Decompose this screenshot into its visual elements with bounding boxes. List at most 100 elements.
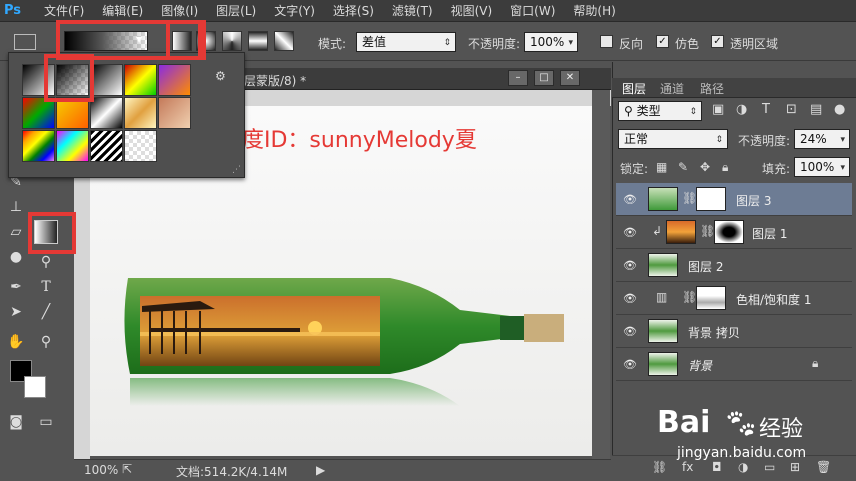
vertical-scrollbar[interactable] [592, 90, 610, 460]
link-icon[interactable]: ⛓︎ [700, 224, 715, 238]
link-icon[interactable]: ⛓︎ [682, 191, 697, 205]
gear-icon[interactable]: ⚙ [215, 69, 226, 83]
menu-window[interactable]: 窗口(W) [510, 2, 555, 19]
hand-tool-icon[interactable]: ✋ [4, 330, 28, 354]
opacity-input[interactable]: 100% ▾ [524, 32, 578, 52]
background-color[interactable] [24, 376, 46, 398]
mode-value: 差值 [362, 35, 387, 49]
layer-mask-thumbnail[interactable] [714, 220, 744, 244]
filter-toggle-icon[interactable]: ● [834, 102, 845, 117]
play-arrow-icon[interactable]: ▶ [316, 463, 325, 477]
overlay-watermark-text: 百度ID：sunnyMelody夏 [220, 128, 477, 153]
blend-mode-select[interactable]: 正常 ⇕ [618, 129, 728, 149]
reverse-checkbox[interactable] [600, 35, 613, 48]
visibility-eye-icon[interactable]: 👁︎ [623, 226, 637, 239]
angle-gradient-button[interactable] [222, 31, 242, 51]
layer-mask-thumbnail[interactable] [696, 286, 726, 310]
fill-value: 100% [800, 160, 835, 174]
path-select-tool-icon[interactable]: ➤ [4, 300, 28, 324]
gradient-swatch[interactable] [90, 64, 123, 96]
filter-adjustment-icon[interactable]: ◑ [736, 102, 747, 117]
reflected-gradient-button[interactable] [248, 31, 268, 51]
menu-help[interactable]: 帮助(H) [573, 2, 615, 19]
menu-filter[interactable]: 滤镜(T) [392, 2, 433, 19]
eraser-tool-icon[interactable]: ▱ [4, 220, 28, 244]
main-menu: 文件(F) 编辑(E) 图像(I) 图层(L) 文字(Y) 选择(S) 滤镜(T… [44, 2, 634, 19]
menu-type[interactable]: 文字(Y) [274, 2, 315, 19]
visibility-eye-icon[interactable]: 👁︎ [623, 259, 637, 272]
filter-pixel-icon[interactable]: ▣ [712, 102, 724, 117]
resize-grip-icon[interactable]: ⋰ [232, 165, 241, 175]
gradient-swatch[interactable] [124, 97, 157, 129]
filter-type-icon[interactable]: T [762, 102, 770, 117]
layer-row[interactable]: 👁︎ 背景 🔒︎ [616, 348, 852, 381]
tab-layers[interactable]: 图层 [622, 80, 646, 97]
opacity-value: 100% [530, 35, 565, 49]
filter-shape-icon[interactable]: ⊡ [786, 102, 797, 117]
transparency-checkbox[interactable]: ✓ [711, 35, 724, 48]
close-button[interactable]: ✕ [560, 70, 580, 86]
layer-name[interactable]: 背景 [688, 357, 712, 374]
link-icon[interactable]: ⛓︎ [682, 290, 697, 304]
layer-name[interactable]: 色相/饱和度 1 [736, 291, 812, 308]
blend-mode-value: 正常 [624, 132, 649, 146]
layer-name[interactable]: 图层 1 [752, 225, 787, 242]
menu-layer[interactable]: 图层(L) [216, 2, 256, 19]
layer-name[interactable]: 图层 3 [736, 192, 771, 209]
lock-all-icon[interactable]: 🔒︎ [722, 160, 728, 175]
menu-view[interactable]: 视图(V) [451, 2, 493, 19]
diamond-gradient-button[interactable] [274, 31, 294, 51]
gradient-swatch[interactable] [124, 64, 157, 96]
visibility-eye-icon[interactable]: 👁︎ [623, 325, 637, 338]
visibility-eye-icon[interactable]: 👁︎ [623, 292, 637, 305]
type-tool-icon[interactable]: T [34, 275, 58, 299]
line-tool-icon[interactable]: ╱ [34, 300, 58, 324]
quick-mask-icon[interactable]: ◙ [4, 410, 28, 434]
gradient-swatch[interactable] [90, 130, 123, 162]
gradient-swatch[interactable] [158, 64, 191, 96]
tab-channels[interactable]: 通道 [660, 80, 684, 97]
layer-mask-thumbnail[interactable] [696, 187, 726, 211]
minimize-button[interactable]: – [508, 70, 528, 86]
pen-tool-icon[interactable]: ✒ [4, 275, 28, 299]
layer-row[interactable]: 👁︎ ⛓︎ 图层 3 [616, 183, 852, 216]
zoom-level[interactable]: 100% [84, 463, 118, 477]
document-title[interactable]: 层蒙版/8) * [244, 72, 306, 89]
gradient-swatch[interactable] [158, 97, 191, 129]
search-icon: ⚲ [624, 104, 637, 118]
layer-name[interactable]: 背景 拷贝 [688, 324, 740, 341]
status-bar: 100% ⇱ 文档:514.2K/4.14M ▶ [74, 459, 611, 481]
gradient-swatch[interactable] [56, 130, 89, 162]
maximize-button[interactable]: □ [534, 70, 554, 86]
tool-preset-icon[interactable] [14, 34, 36, 50]
layer-opacity-input[interactable]: 24% ▾ [794, 129, 850, 149]
menu-file[interactable]: 文件(F) [44, 2, 84, 19]
menu-image[interactable]: 图像(I) [161, 2, 198, 19]
menu-select[interactable]: 选择(S) [333, 2, 374, 19]
gradient-swatch[interactable] [124, 130, 157, 162]
layer-row[interactable]: 👁︎ ↲ ⛓︎ 图层 1 [616, 216, 852, 249]
layer-row[interactable]: 👁︎ 图层 2 [616, 249, 852, 282]
mode-select[interactable]: 差值 ⇕ [356, 32, 456, 52]
layer-row[interactable]: 👁︎ 背景 拷贝 [616, 315, 852, 348]
menu-edit[interactable]: 编辑(E) [102, 2, 143, 19]
gradient-swatch[interactable] [22, 130, 55, 162]
dither-checkbox[interactable]: ✓ [656, 35, 669, 48]
blur-tool-icon[interactable]: ● [4, 245, 28, 269]
layer-row[interactable]: 👁︎ ▥ ⛓︎ 色相/饱和度 1 [616, 282, 852, 315]
visibility-eye-icon[interactable]: 👁︎ [623, 193, 637, 206]
visibility-eye-icon[interactable]: 👁︎ [623, 358, 637, 371]
gradient-swatch[interactable] [90, 97, 123, 129]
lock-image-icon[interactable]: ✎ [678, 160, 688, 174]
layer-name[interactable]: 图层 2 [688, 258, 723, 275]
layer-filter-select[interactable]: ⚲ 类型 ⇕ [618, 101, 702, 121]
lock-transparency-icon[interactable]: ▦ [656, 160, 667, 174]
zoom-tool-icon[interactable]: ⚲ [34, 330, 58, 354]
screen-mode-icon[interactable]: ▭ [34, 410, 58, 434]
tab-paths[interactable]: 路径 [700, 80, 724, 97]
export-icon[interactable]: ⇱ [122, 462, 132, 476]
stamp-tool-icon[interactable]: ⊥ [4, 195, 28, 219]
filter-smart-icon[interactable]: ▤ [810, 102, 822, 117]
lock-position-icon[interactable]: ✥ [700, 160, 710, 174]
fill-input[interactable]: 100% ▾ [794, 157, 850, 177]
